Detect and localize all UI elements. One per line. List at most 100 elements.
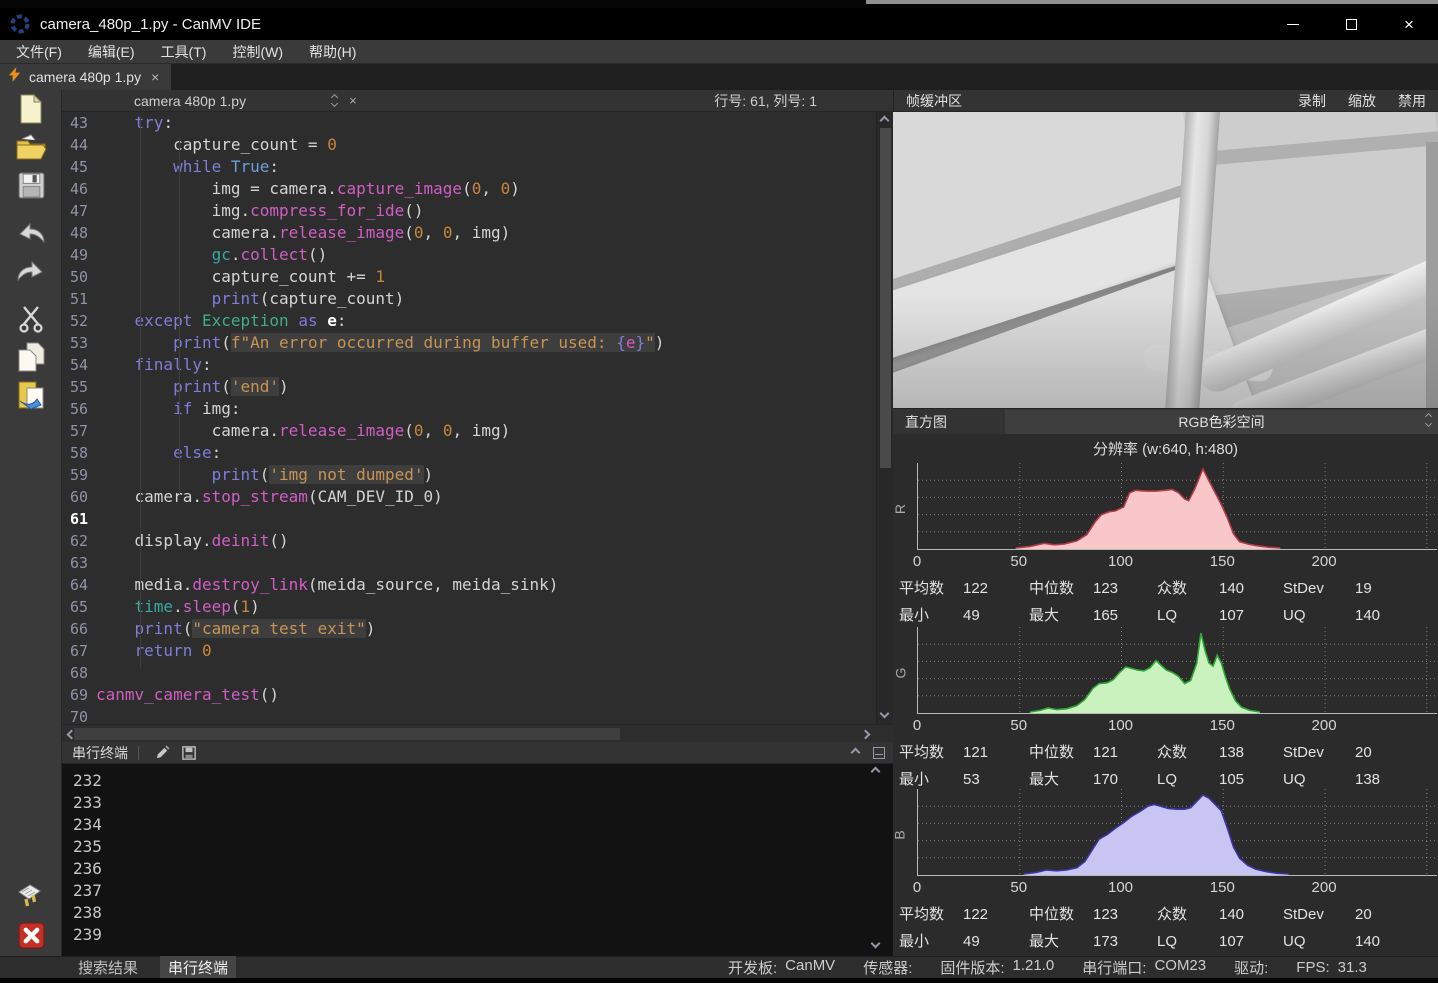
dock-panel-icon[interactable]: [873, 747, 885, 759]
stat-value: 53: [963, 766, 1029, 793]
code-token: .: [173, 597, 183, 616]
code-token: print: [135, 619, 183, 638]
menu-item-1[interactable]: 编辑(E): [88, 42, 135, 62]
stat-value: 123: [1093, 575, 1157, 602]
clear-terminal-icon[interactable]: [155, 745, 170, 760]
status-item-label: 传感器:: [863, 957, 912, 978]
editor-horizontal-scrollbar[interactable]: [62, 724, 893, 742]
document-tab[interactable]: camera 480p 1.py ×: [0, 64, 171, 90]
code-line: 67 return 0: [62, 640, 876, 662]
scrollbar-thumb[interactable]: [74, 728, 620, 740]
stat-value: 140: [1219, 901, 1283, 928]
x-tick-label: 0: [913, 717, 921, 734]
line-number: 59: [62, 464, 96, 486]
code-line: 50 capture_count += 1: [62, 266, 876, 288]
open-file-icon[interactable]: [0, 128, 62, 166]
code-text: camera.release_image(0, 0, img): [96, 222, 510, 244]
code-token: , img): [452, 421, 510, 440]
stat-value: 138: [1219, 739, 1283, 766]
stat-label: UQ: [1283, 766, 1355, 793]
code-token: print: [173, 333, 221, 352]
scrollbar-thumb[interactable]: [880, 128, 891, 468]
maximize-button[interactable]: [1322, 8, 1380, 40]
redo-icon[interactable]: [0, 252, 62, 290]
line-number: 50: [62, 266, 96, 288]
stat-label: 平均数: [899, 901, 963, 928]
file-switch-icon[interactable]: [332, 95, 337, 106]
menu-item-0[interactable]: 文件(F): [16, 42, 62, 62]
connect-icon[interactable]: [0, 878, 62, 916]
code-token: 0: [414, 421, 424, 440]
status-item-5: FPS:31.3: [1296, 959, 1367, 976]
stat-label: 最大: [1029, 602, 1093, 629]
stop-icon[interactable]: [0, 916, 62, 954]
code-text: camera.stop_stream(CAM_DEV_ID_0): [96, 486, 443, 508]
stat-label: LQ: [1157, 766, 1219, 793]
code-token: (: [462, 179, 472, 198]
bottom-tab-0[interactable]: 搜索结果: [70, 956, 146, 979]
code-token: ,: [481, 179, 500, 198]
code-text: gc.collect(): [96, 244, 327, 266]
framebuffer-action-1[interactable]: 缩放: [1348, 91, 1376, 111]
save-file-icon[interactable]: [0, 166, 62, 204]
code-text: if img:: [96, 398, 241, 420]
new-file-icon[interactable]: [0, 90, 62, 128]
code-token: :: [269, 157, 279, 176]
code-token: img:: [192, 399, 240, 418]
stat-value: 49: [963, 602, 1029, 629]
code-token: [192, 311, 202, 330]
bottom-tab-1[interactable]: 串行终端: [160, 956, 236, 979]
code-line: 51 print(capture_count): [62, 288, 876, 310]
x-tick-label: 150: [1210, 717, 1235, 734]
undo-icon[interactable]: [0, 214, 62, 252]
paste-icon[interactable]: [0, 376, 62, 414]
line-number: 48: [62, 222, 96, 244]
copy-icon[interactable]: [0, 338, 62, 376]
serial-terminal-header: 串行终端: [62, 742, 893, 764]
code-token: while: [173, 157, 221, 176]
collapse-terminal-icon[interactable]: [851, 748, 861, 758]
code-text: print(capture_count): [96, 288, 404, 310]
serial-terminal-output[interactable]: 232233234235236237238239: [62, 764, 893, 958]
stat-value: 165: [1093, 602, 1157, 629]
menu-item-3[interactable]: 控制(W): [232, 42, 283, 62]
terminal-line: 233: [73, 792, 893, 814]
code-token: stop_stream: [202, 487, 308, 506]
status-item-label: 串行端口:: [1082, 957, 1146, 978]
editor-close-icon[interactable]: ×: [349, 93, 357, 108]
line-number: 55: [62, 376, 96, 398]
code-token: (: [221, 333, 231, 352]
menu-item-4[interactable]: 帮助(H): [309, 42, 356, 62]
stat-label: 平均数: [899, 739, 963, 766]
editor-vertical-scrollbar[interactable]: [876, 112, 893, 724]
status-item-value: 1.21.0: [1013, 957, 1055, 978]
line-number: 53: [62, 332, 96, 354]
minimize-button[interactable]: [1264, 8, 1322, 40]
line-number: 63: [62, 552, 96, 574]
save-log-icon[interactable]: [182, 746, 196, 760]
code-token: (): [269, 531, 288, 550]
status-bar: 搜索结果串行终端 开发板:CanMV传感器:固件版本:1.21.0串行端口:CO…: [0, 956, 1438, 978]
menu-item-2[interactable]: 工具(T): [161, 42, 207, 62]
code-token: 0: [501, 179, 511, 198]
cut-icon[interactable]: [0, 300, 62, 338]
close-button[interactable]: ×: [1380, 8, 1438, 40]
code-token: release_image: [279, 223, 404, 242]
code-token: ): [510, 179, 520, 198]
framebuffer-action-0[interactable]: 录制: [1298, 91, 1326, 111]
x-tick-label: 200: [1312, 717, 1337, 734]
tab-close-icon[interactable]: ×: [149, 69, 161, 85]
code-token: compress_for_ide: [250, 201, 404, 220]
code-editor[interactable]: 43 try:44 capture_count = 045 while True…: [62, 112, 876, 724]
histogram-x-axis: 050100150200: [893, 715, 1438, 737]
code-token: [96, 311, 135, 330]
code-token: ": [645, 333, 655, 352]
histogram-plot-b: [917, 789, 1437, 876]
framebuffer-action-2[interactable]: 禁用: [1398, 91, 1426, 111]
code-line: 65 time.sleep(1): [62, 596, 876, 618]
stat-label: 平均数: [899, 575, 963, 602]
status-item-label: FPS:: [1296, 959, 1329, 976]
colorspace-select[interactable]: RGB色彩空间: [1005, 410, 1438, 434]
code-token: collect: [241, 245, 308, 264]
editor-file-name: camera 480p 1.py: [134, 93, 246, 109]
